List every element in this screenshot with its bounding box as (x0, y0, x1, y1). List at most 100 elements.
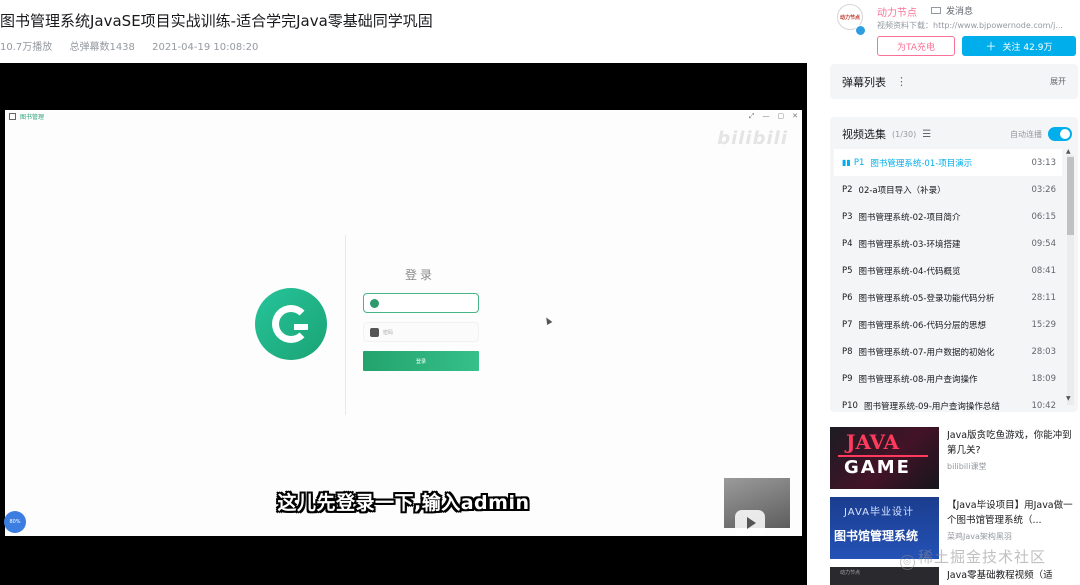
login-divider (345, 235, 346, 415)
playlist-item-duration: 09:54 (1031, 238, 1057, 249)
scroll-thumb[interactable] (1067, 157, 1074, 235)
plus-icon: ＋ (985, 40, 997, 53)
playlist-item-number: P10 (842, 400, 858, 411)
playlist-item-number: P6 (842, 292, 853, 303)
playlist-item[interactable]: P10 图书管理系统-09-用户查询操作总结 10:42 (834, 392, 1062, 412)
playlist-item-number: P4 (842, 238, 853, 249)
recommended-uploader[interactable]: 菜鸡Java架构黑羽 (947, 531, 1012, 542)
playlist-item-number: P7 (842, 319, 853, 330)
login-button: 登录 (363, 351, 479, 371)
playlist-item-duration: 28:11 (1031, 292, 1057, 303)
recorded-window-app: 图书管理 (9, 112, 44, 121)
scroll-down-icon[interactable]: ▼ (1066, 395, 1071, 402)
playlist-item-duration: 08:41 (1031, 265, 1057, 276)
recommended-video[interactable]: JAVA GAME Java版贪吃鱼游戏，你能冲到第几关? bilibili课堂 (830, 427, 1078, 489)
recommended-title[interactable]: Java版贪吃鱼游戏，你能冲到第几关? (947, 428, 1075, 458)
uploader-description: 视频资料下载：http://www.bjpowernode.com/j... (877, 21, 1063, 30)
playlist-item-number: P9 (842, 373, 853, 384)
recorded-screen: 图书管理 ⤢ — ▢ ✕ bilibili 登录 密码 登录 (5, 110, 802, 536)
expand-button[interactable]: 展开 (1050, 76, 1066, 87)
playlist-item-number: P8 (842, 346, 853, 357)
playlist-item-title: 图书管理系统-06-代码分层的思想 (858, 320, 986, 331)
username-field (363, 293, 479, 313)
lock-icon (370, 327, 379, 337)
playlist-item-duration: 06:15 (1031, 211, 1057, 222)
playlist-item-title: 图书管理系统-07-用户数据的初始化 (858, 347, 995, 358)
autoplay-label: 自动连播 (1010, 129, 1042, 139)
playlist-scrollbar[interactable]: ▲ ▼ (1066, 148, 1075, 405)
follow-button[interactable]: ＋ 关注 42.9万 (962, 36, 1076, 56)
uploader-name[interactable]: 动力节点 (877, 4, 917, 19)
verified-badge-icon (855, 25, 866, 36)
play-icon[interactable] (735, 510, 765, 536)
close-icon: ✕ (792, 111, 798, 120)
playlist-item-duration: 18:09 (1031, 373, 1057, 384)
playlist-item[interactable]: P9 图书管理系统-08-用户查询操作 18:09 (834, 365, 1062, 392)
recommended-title[interactable]: 【Java毕设项目】用Java做一个图书馆管理系统（... (947, 498, 1075, 528)
danmaku-list-title: 弹幕列表 (842, 75, 886, 89)
site-watermark-text: 稀土掘金技术社区 (918, 548, 1047, 566)
playlist-item-duration: 03:13 (1031, 157, 1057, 168)
autoplay-toggle[interactable] (1048, 127, 1072, 141)
playlist-item-duration: 28:03 (1031, 346, 1057, 357)
playlist-list: ▮▮ P1 图书管理系统-01-项目演示 03:13 P2 02-a项目导入（补录） 03:… (834, 149, 1062, 412)
thumbnail-text: 图书馆管理系统 (834, 529, 919, 543)
playlist-item[interactable]: P7 图书管理系统-06-代码分层的思想 15:29 (834, 311, 1062, 338)
charge-button[interactable]: 为TA充电 (877, 36, 955, 56)
view-count: 10.7万播放 (0, 42, 53, 53)
follow-label: 关注 42.9万 (1002, 42, 1053, 53)
playlist-item-title: 图书管理系统-01-项目演示 (870, 158, 973, 169)
playlist-item[interactable]: P2 02-a项目导入（补录） 03:26 (834, 176, 1062, 203)
mouse-cursor-icon (543, 315, 553, 326)
floating-ball[interactable]: 80% (4, 511, 26, 533)
recorded-window-titlebar: 图书管理 ⤢ — ▢ ✕ (5, 110, 802, 122)
publish-date: 2021-04-19 10:08:20 (152, 42, 259, 53)
playlist-header: 视频选集 (1/30) ☰ 自动连播 (842, 126, 1072, 142)
more-vertical-icon[interactable]: ⋮ (896, 75, 907, 88)
recommended-title[interactable]: Java零基础教程视频（适 (947, 568, 1075, 583)
recommended-uploader[interactable]: bilibili课堂 (947, 461, 987, 472)
send-message-link[interactable]: 发消息 (931, 4, 973, 17)
playlist-item-title: 图书管理系统-08-用户查询操作 (858, 374, 978, 385)
maximize-icon: ▢ (777, 111, 785, 120)
playlist-item[interactable]: P3 图书管理系统-02-项目简介 06:15 (834, 203, 1062, 230)
mail-icon (931, 7, 941, 14)
danmaku-list-panel[interactable]: 弹幕列表 ⋮ 展开 (830, 64, 1078, 99)
thumbnail-text: JAVA毕业设计 (844, 507, 915, 518)
video-player[interactable]: 图书管理 ⤢ — ▢ ✕ bilibili 登录 密码 登录 这儿先登录一下,输… (0, 63, 807, 585)
bilibili-watermark: bilibili (717, 128, 788, 149)
danmaku-total: 总弹幕数1438 (69, 42, 135, 53)
recommended-thumbnail[interactable]: JAVA GAME (830, 427, 939, 489)
thumbnail-text: JAVA (846, 430, 900, 454)
playlist-item-title: 图书管理系统-03-环境搭建 (858, 239, 961, 250)
juejin-logo-icon: ◎ (900, 555, 915, 570)
playlist-item[interactable]: P8 图书管理系统-07-用户数据的初始化 28:03 (834, 338, 1062, 365)
video-title: 图书管理系统JavaSE项目实战训练-适合学完Java零基础同学巩固 (0, 12, 433, 30)
playlist-title: 视频选集 (842, 128, 886, 141)
minimize-icon: — (762, 111, 770, 120)
thumbnail-text: GAME (844, 457, 911, 478)
send-message-label: 发消息 (946, 7, 974, 17)
scroll-up-icon[interactable]: ▲ (1066, 148, 1071, 155)
app-logo-icon (255, 288, 327, 360)
playlist-item-title: 图书管理系统-05-登录功能代码分析 (858, 293, 995, 304)
playlist-item[interactable]: P4 图书管理系统-03-环境搭建 09:54 (834, 230, 1062, 257)
login-title: 登录 (405, 268, 436, 282)
playlist-item[interactable]: P6 图书管理系统-05-登录功能代码分析 28:11 (834, 284, 1062, 311)
playlist-item-duration: 10:42 (1031, 400, 1057, 411)
playing-bars-icon: ▮▮ (842, 158, 851, 167)
list-view-icon[interactable]: ☰ (922, 129, 931, 140)
playlist-panel: 视频选集 (1/30) ☰ 自动连播 ▮▮ P1 图书管理系统-01-项目演示 03:… (830, 117, 1078, 412)
recorded-window-controls: ⤢ — ▢ ✕ (749, 112, 798, 121)
playlist-item-duration: 03:26 (1031, 184, 1057, 195)
playlist-item[interactable]: P5 图书管理系统-04-代码概览 08:41 (834, 257, 1062, 284)
playlist-item[interactable]: ▮▮ P1 图书管理系统-01-项目演示 03:13 (834, 149, 1062, 176)
password-field: 密码 (363, 322, 479, 342)
site-watermark: ◎ 稀土掘金技术社区 (900, 546, 1046, 570)
recorded-window-title: 图书管理 (20, 113, 45, 121)
subtitle-text: 这儿先登录一下,输入admin (277, 492, 530, 514)
expand-icon: ⤢ (748, 111, 755, 120)
playlist-item-number: P3 (842, 211, 853, 222)
playlist-item-title: 图书管理系统-09-用户查询操作总结 (863, 401, 1000, 412)
playlist-item-title: 图书管理系统-04-代码概览 (858, 266, 961, 277)
